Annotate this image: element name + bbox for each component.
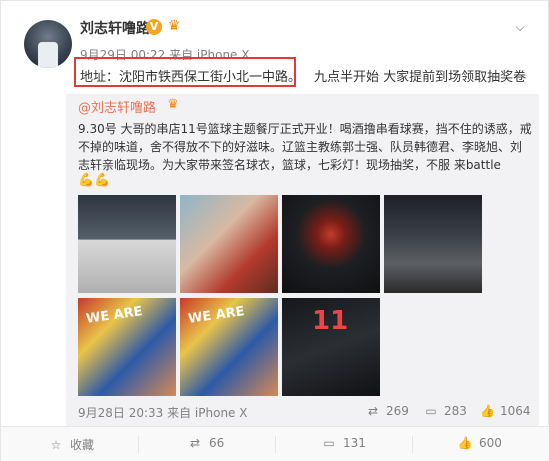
- star-icon: ☆: [50, 438, 62, 452]
- repost-meta: 9月28日 20:33 来自 iPhone X: [78, 406, 248, 420]
- member-crown-icon: ♛: [167, 97, 179, 112]
- photo-thumbnail[interactable]: WE ARE: [180, 298, 278, 396]
- avatar-jersey: [38, 42, 58, 68]
- address-highlight-box: [74, 57, 296, 87]
- comment-icon: ▭: [323, 436, 335, 450]
- photo-thumbnail[interactable]: WE ARE: [78, 298, 176, 396]
- photo-thumbnail[interactable]: [180, 195, 278, 293]
- jersey-number: 11: [312, 306, 349, 336]
- comment-count: 131: [343, 436, 366, 450]
- repost-count: 66: [209, 436, 225, 450]
- avatar[interactable]: [24, 20, 72, 68]
- photo-thumbnail[interactable]: [78, 195, 176, 293]
- chevron-down-icon[interactable]: ⌵: [513, 21, 527, 33]
- member-crown-icon: ♛: [167, 18, 181, 34]
- action-separator: [412, 436, 413, 453]
- comment-button[interactable]: ▭ 131: [321, 436, 366, 450]
- repost-icon: ⇄: [367, 404, 379, 418]
- repost-like-count: 1064: [500, 404, 531, 418]
- repost-icon: ⇄: [189, 436, 201, 450]
- photo-thumbnail[interactable]: [384, 195, 482, 293]
- repost-comment-button[interactable]: ▭ 283: [424, 404, 467, 418]
- photo-thumbnail[interactable]: 11: [282, 298, 380, 396]
- repost-author[interactable]: @刘志轩噜路: [78, 97, 156, 116]
- repost-comment-count: 283: [444, 404, 467, 418]
- wall-text: WE ARE: [187, 304, 246, 327]
- comment-icon: ▭: [425, 404, 437, 418]
- post-announcement: 九点半开始 大家提前到场领取抽奖卷: [314, 70, 527, 85]
- action-separator: [275, 436, 276, 453]
- author-name[interactable]: 刘志轩噜路: [80, 18, 150, 38]
- repost-repost-count: 269: [386, 404, 409, 418]
- like-count: 600: [479, 436, 502, 450]
- favorite-label: 收藏: [70, 438, 95, 452]
- repost-text: 9.30号 大哥的串店11号篮球主题餐厅正式开业！喝酒撸串看球赛，挡不住的诱惑，…: [78, 120, 532, 174]
- thumbs-up-icon: 👍: [480, 404, 495, 418]
- favorite-button[interactable]: ☆ 收藏: [48, 436, 94, 453]
- flex-emoji: 💪💪: [78, 173, 111, 188]
- repost-repost-button[interactable]: ⇄ 269: [366, 404, 409, 418]
- action-bar: ☆ 收藏 ⇄ 66 ▭ 131 👍 600: [1, 427, 549, 461]
- weibo-card: 刘志轩噜路 V ♛ ⌵ 9月29日 00:22 来自 iPhone X 地址：沈…: [0, 0, 549, 461]
- photo-thumbnail[interactable]: [282, 195, 380, 293]
- action-separator: [138, 436, 139, 453]
- repost-text-line: 志轩亲临现场。为大家带来签名球衣，篮球，七彩灯！现场抽奖，不服 来battle: [78, 158, 501, 172]
- repost-button[interactable]: ⇄ 66: [187, 436, 224, 450]
- like-button[interactable]: 👍 600: [457, 436, 502, 450]
- thumbs-up-icon: 👍: [457, 436, 473, 450]
- repost-like-button[interactable]: 👍 1064: [480, 404, 531, 418]
- repost-text-line: 不掉的味道，舍不得放不下的好滋味。辽篮主教练郭士强、队员韩德君、李晓旭、刘: [78, 140, 523, 154]
- wall-text: WE ARE: [85, 304, 144, 327]
- verified-badge-icon: V: [146, 19, 162, 35]
- repost-text-line: 9.30号 大哥的串店11号篮球主题餐厅正式开业！喝酒撸串看球赛，挡不住的诱惑，…: [78, 122, 532, 136]
